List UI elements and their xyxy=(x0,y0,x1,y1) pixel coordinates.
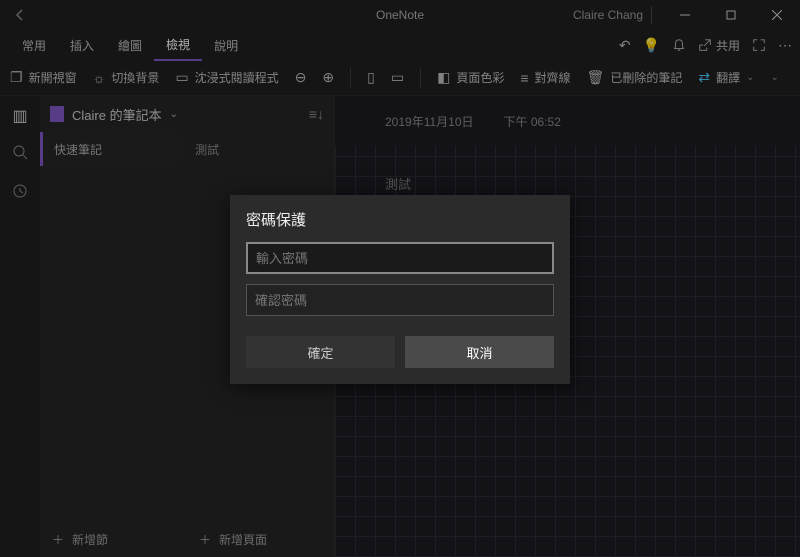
password-dialog: 密碼保護 確定 取消 xyxy=(230,195,570,384)
confirm-password-input[interactable] xyxy=(246,284,554,316)
dialog-title: 密碼保護 xyxy=(246,209,554,230)
cancel-button[interactable]: 取消 xyxy=(405,336,554,368)
modal-overlay: 密碼保護 確定 取消 xyxy=(0,0,800,557)
password-input[interactable] xyxy=(246,242,554,274)
ok-button[interactable]: 確定 xyxy=(246,336,395,368)
